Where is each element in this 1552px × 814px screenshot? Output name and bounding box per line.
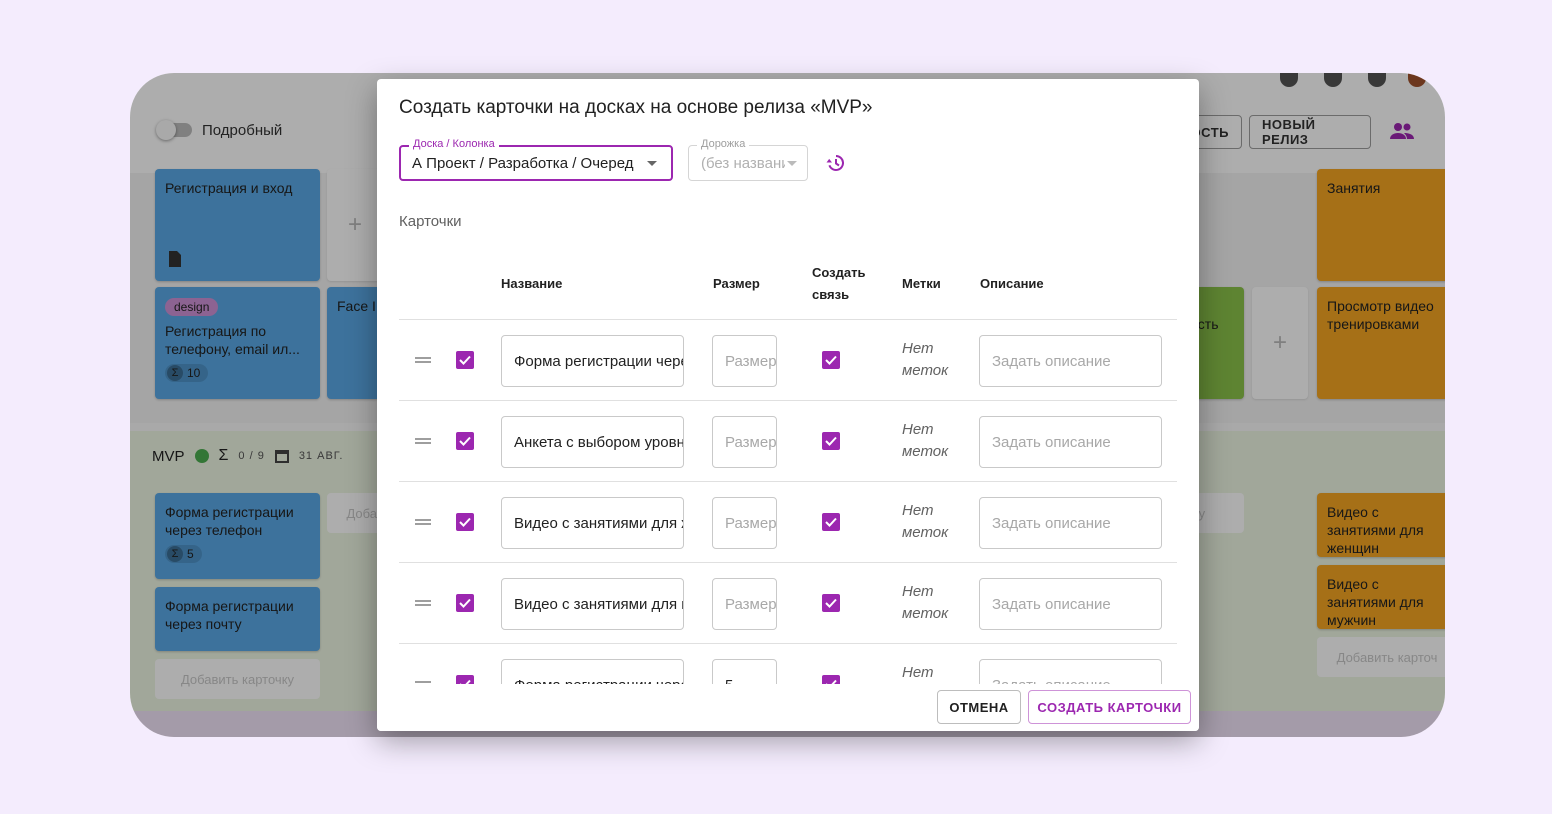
board-column-value: А Проект / Разработка / Очередь bbox=[412, 155, 634, 172]
drag-handle-icon[interactable] bbox=[415, 357, 431, 363]
card-size-input[interactable]: 5 bbox=[712, 659, 777, 684]
create-link-checkbox[interactable] bbox=[822, 675, 840, 684]
check-icon bbox=[825, 598, 837, 608]
chevron-down-icon bbox=[647, 161, 657, 166]
check-icon bbox=[459, 517, 471, 527]
check-icon bbox=[825, 436, 837, 446]
header-tags: Метки bbox=[902, 276, 941, 291]
board-column-select[interactable]: Доска / Колонка А Проект / Разработка / … bbox=[399, 138, 673, 181]
check-icon bbox=[825, 355, 837, 365]
dialog-title: Создать карточки на досках на основе рел… bbox=[399, 97, 873, 118]
select-checkbox[interactable] bbox=[456, 351, 474, 369]
create-link-checkbox[interactable] bbox=[822, 594, 840, 612]
check-icon bbox=[459, 598, 471, 608]
card-description-input[interactable]: Задать описание bbox=[979, 578, 1162, 630]
table-row: Видео с занятиями для женщин Размер Нетм… bbox=[377, 482, 1199, 563]
no-tags-text: Нетметок bbox=[902, 421, 949, 460]
no-tags-text: Нетметок bbox=[902, 583, 949, 622]
select-checkbox[interactable] bbox=[456, 432, 474, 450]
cards-section-label: Карточки bbox=[399, 213, 462, 230]
select-checkbox[interactable] bbox=[456, 594, 474, 612]
card-size-input[interactable]: Размер bbox=[712, 335, 777, 387]
card-description-input[interactable]: Задать описание bbox=[979, 416, 1162, 468]
table-row: Форма регистрации через почту 5 Нетметок… bbox=[377, 644, 1199, 684]
card-name-input[interactable]: Форма регистрации через почту bbox=[501, 659, 684, 684]
no-tags-text: Нетметок bbox=[902, 664, 934, 681]
card-name-input[interactable]: Анкета с выбором уровня bbox=[501, 416, 684, 468]
drag-handle-icon[interactable] bbox=[415, 438, 431, 444]
table-row: Видео с занятиями для мужчин Размер Нетм… bbox=[377, 563, 1199, 644]
table-row: Форма регистрации через телефон Размер Н… bbox=[377, 320, 1199, 401]
check-icon bbox=[459, 436, 471, 446]
create-cards-button[interactable]: СОЗДАТЬ КАРТОЧКИ bbox=[1028, 690, 1191, 724]
card-size-input[interactable]: Размер bbox=[712, 578, 777, 630]
header-name: Название bbox=[501, 276, 563, 291]
cancel-button[interactable]: ОТМЕНА bbox=[937, 690, 1021, 724]
chevron-down-icon bbox=[787, 161, 797, 166]
check-icon bbox=[459, 355, 471, 365]
card-description-input[interactable]: Задать описание bbox=[979, 335, 1162, 387]
header-description: Описание bbox=[980, 276, 1044, 291]
history-icon[interactable] bbox=[826, 154, 844, 172]
card-size-input[interactable]: Размер bbox=[712, 497, 777, 549]
dialog-actions: ОТМЕНА СОЗДАТЬ КАРТОЧКИ bbox=[377, 684, 1199, 731]
create-link-checkbox[interactable] bbox=[822, 432, 840, 450]
board-column-label: Доска / Колонка bbox=[409, 138, 499, 150]
lane-value: (без названия) bbox=[701, 155, 785, 172]
select-checkbox[interactable] bbox=[456, 675, 474, 684]
card-description-input[interactable]: Задать описание bbox=[979, 497, 1162, 549]
card-name-input[interactable]: Видео с занятиями для женщин bbox=[501, 497, 684, 549]
check-icon bbox=[825, 517, 837, 527]
card-name-input[interactable]: Видео с занятиями для мужчин bbox=[501, 578, 684, 630]
no-tags-text: Нетметок bbox=[902, 502, 949, 541]
header-link-2: связь bbox=[812, 287, 850, 302]
card-description-input[interactable]: Задать описание bbox=[979, 659, 1162, 684]
create-link-checkbox[interactable] bbox=[822, 351, 840, 369]
cards-table-body: Форма регистрации через телефон Размер Н… bbox=[377, 320, 1199, 684]
header-link-1: Создать bbox=[812, 265, 866, 280]
header-size: Размер bbox=[713, 276, 760, 291]
table-row: Анкета с выбором уровня Размер Нет меток … bbox=[377, 401, 1199, 482]
lane-select[interactable]: Дорожка (без названия) bbox=[688, 138, 808, 181]
check-icon bbox=[460, 679, 471, 684]
check-icon bbox=[826, 679, 837, 684]
card-size-input[interactable]: Размер bbox=[712, 416, 777, 468]
no-tags-text: Нетметок bbox=[902, 340, 949, 379]
drag-handle-icon[interactable] bbox=[415, 519, 431, 525]
card-name-input[interactable]: Форма регистрации через телефон bbox=[501, 335, 684, 387]
create-link-checkbox[interactable] bbox=[822, 513, 840, 531]
select-checkbox[interactable] bbox=[456, 513, 474, 531]
cards-table-header: Название Размер Создать связь Метки Опис… bbox=[377, 257, 1199, 319]
drag-handle-icon[interactable] bbox=[415, 600, 431, 606]
lane-label: Дорожка bbox=[697, 138, 750, 150]
create-cards-dialog: Создать карточки на досках на основе рел… bbox=[377, 79, 1199, 731]
